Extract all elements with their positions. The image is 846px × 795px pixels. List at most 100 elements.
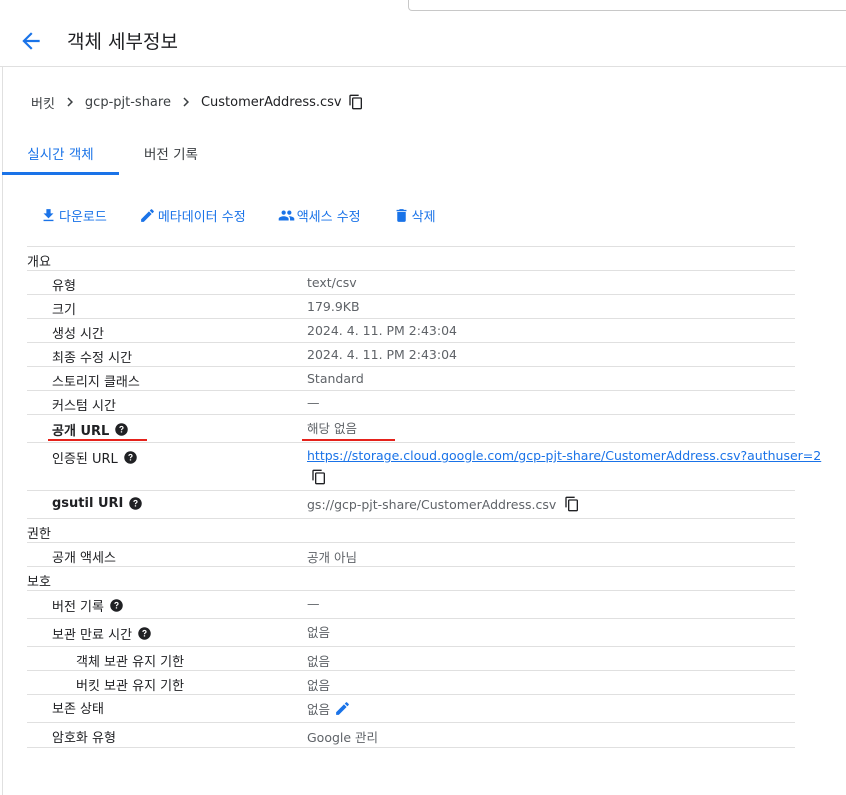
- row-value: 없음: [307, 699, 351, 718]
- edit-metadata-label: 메타데이터 수정: [157, 209, 246, 225]
- section-title: 보호: [27, 575, 51, 590]
- row-value: 없음: [307, 625, 331, 640]
- top-panel-edge: [408, 0, 846, 11]
- action-toolbar: 다운로드 메타데이터 수정 액세스 수정 삭제: [40, 204, 468, 226]
- section-title: 권한: [27, 527, 51, 542]
- page-title: 객체 세부정보: [67, 31, 178, 53]
- section-protection: 보호: [27, 567, 795, 591]
- version-history-label: 버전 기록: [52, 600, 104, 615]
- breadcrumb-buckets[interactable]: 버킷: [31, 93, 55, 112]
- auth-url-label: 인증된 URL: [52, 452, 118, 467]
- row-value: gs://gcp-pjt-share/CustomerAddress.csv: [307, 496, 580, 512]
- row-label: 커스텀 시간: [52, 399, 116, 414]
- people-icon: [278, 210, 294, 220]
- back-arrow-icon[interactable]: [18, 28, 44, 54]
- gsutil-uri-value: gs://gcp-pjt-share/CustomerAddress.csv: [307, 496, 557, 512]
- page-header: 객체 세부정보: [0, 12, 846, 67]
- detail-row-auth-url: 인증된 URL https://storage.cloud.google.com…: [27, 443, 821, 491]
- retention-label: 보관 만료 시간: [52, 628, 133, 643]
- row-value: 해당 없음: [307, 421, 357, 436]
- help-icon[interactable]: [123, 450, 138, 465]
- section-permissions: 권한: [27, 519, 795, 543]
- download-button[interactable]: 다운로드: [40, 206, 107, 225]
- help-icon[interactable]: [114, 422, 129, 437]
- authenticated-url-link[interactable]: https://storage.cloud.google.com/gcp-pjt…: [307, 448, 821, 463]
- detail-row-hold-status: 보존 상태 없음: [27, 695, 795, 723]
- row-label: 암호화 유형: [52, 731, 116, 746]
- public-url-label: 공개 URL: [52, 424, 110, 439]
- row-value: —: [307, 596, 320, 611]
- row-label: 객체 보관 유지 기한: [76, 655, 185, 670]
- row-label: 인증된 URL: [52, 448, 138, 467]
- row-value: text/csv: [307, 275, 357, 290]
- copy-icon[interactable]: [348, 94, 364, 110]
- red-annotation-underline: [48, 439, 147, 441]
- row-label: 보존 상태: [52, 702, 104, 717]
- delete-button[interactable]: 삭제: [393, 206, 436, 225]
- breadcrumb: 버킷 gcp-pjt-share CustomerAddress.csv: [31, 91, 364, 113]
- detail-row-public-url: 공개 URL 해당 없음: [27, 415, 795, 443]
- help-icon[interactable]: [137, 626, 152, 641]
- row-value: 2024. 4. 11. PM 2:43:04: [307, 323, 457, 338]
- chevron-right-icon: [67, 97, 73, 107]
- red-annotation-underline: [302, 439, 395, 441]
- detail-row-created: 생성 시간 2024. 4. 11. PM 2:43:04: [27, 319, 795, 343]
- copy-icon[interactable]: [564, 496, 580, 512]
- section-title: 개요: [27, 255, 51, 270]
- row-value: Standard: [307, 371, 364, 386]
- tab-bar: 실시간 객체 버전 기록: [2, 138, 846, 175]
- row-label: 생성 시간: [52, 327, 104, 342]
- detail-row-object-retention: 객체 보관 유지 기한 없음: [27, 647, 795, 671]
- help-icon[interactable]: [109, 598, 124, 613]
- detail-row-version-history: 버전 기록 —: [27, 591, 795, 619]
- pencil-icon: [140, 208, 154, 222]
- detail-row-public-access: 공개 액세스 공개 아님: [27, 543, 795, 567]
- detail-row-retention-expiry: 보관 만료 시간 없음: [27, 619, 795, 647]
- row-label: 유형: [52, 279, 76, 294]
- help-icon[interactable]: [128, 496, 143, 511]
- pencil-icon[interactable]: [334, 700, 351, 717]
- row-label: 공개 액세스: [52, 551, 116, 566]
- delete-label: 삭제: [411, 209, 436, 225]
- row-label: 버킷 보관 유지 기한: [76, 679, 185, 694]
- edit-access-button[interactable]: 액세스 수정: [278, 206, 361, 225]
- row-value: —: [307, 395, 320, 410]
- download-label: 다운로드: [59, 209, 107, 225]
- breadcrumb-object: CustomerAddress.csv: [200, 94, 342, 110]
- detail-row-type: 유형 text/csv: [27, 271, 795, 295]
- gsutil-label: gsutil URI: [52, 496, 124, 511]
- row-label: 크기: [52, 303, 76, 318]
- breadcrumb-bucket[interactable]: gcp-pjt-share: [85, 95, 171, 110]
- row-value: 없음: [307, 678, 331, 693]
- detail-row-modified: 최종 수정 시간 2024. 4. 11. PM 2:43:04: [27, 343, 795, 367]
- download-icon: [43, 208, 54, 221]
- trash-icon: [396, 208, 407, 222]
- detail-row-storage-class: 스토리지 클래스 Standard: [27, 367, 795, 391]
- row-value: Google 관리: [307, 730, 379, 745]
- detail-row-bucket-retention: 버킷 보관 유지 기한 없음: [27, 671, 795, 695]
- detail-row-size: 크기 179.9KB: [27, 295, 795, 319]
- chevron-right-icon: [183, 97, 189, 107]
- tab-version-history[interactable]: 버전 기록: [127, 138, 215, 172]
- detail-row-custom-time: 커스텀 시간 —: [27, 391, 795, 415]
- row-label: 공개 URL: [52, 420, 129, 439]
- detail-row-encryption: 암호화 유형 Google 관리: [27, 723, 795, 748]
- left-divider: [2, 66, 3, 795]
- section-overview: 개요: [27, 247, 795, 271]
- details-table: 개요 유형 text/csv 크기 179.9KB 생성 시간 2024. 4.…: [27, 246, 821, 748]
- row-label: gsutil URI: [52, 496, 143, 511]
- tab-live-object[interactable]: 실시간 객체: [2, 138, 119, 175]
- row-value: 179.9KB: [307, 299, 360, 314]
- row-value: 2024. 4. 11. PM 2:43:04: [307, 347, 457, 362]
- row-label: 버전 기록: [52, 596, 124, 615]
- row-label: 보관 만료 시간: [52, 624, 152, 643]
- hold-value: 없음: [307, 702, 331, 717]
- row-label: 최종 수정 시간: [52, 351, 133, 366]
- row-value: 없음: [307, 654, 331, 669]
- copy-icon[interactable]: [311, 469, 327, 485]
- detail-row-gsutil-uri: gsutil URI gs://gcp-pjt-share/CustomerAd…: [27, 491, 795, 519]
- edit-metadata-button[interactable]: 메타데이터 수정: [139, 206, 246, 225]
- row-value: 공개 아님: [307, 550, 357, 565]
- row-label: 스토리지 클래스: [52, 375, 140, 390]
- browser-top-strip: [0, 0, 846, 12]
